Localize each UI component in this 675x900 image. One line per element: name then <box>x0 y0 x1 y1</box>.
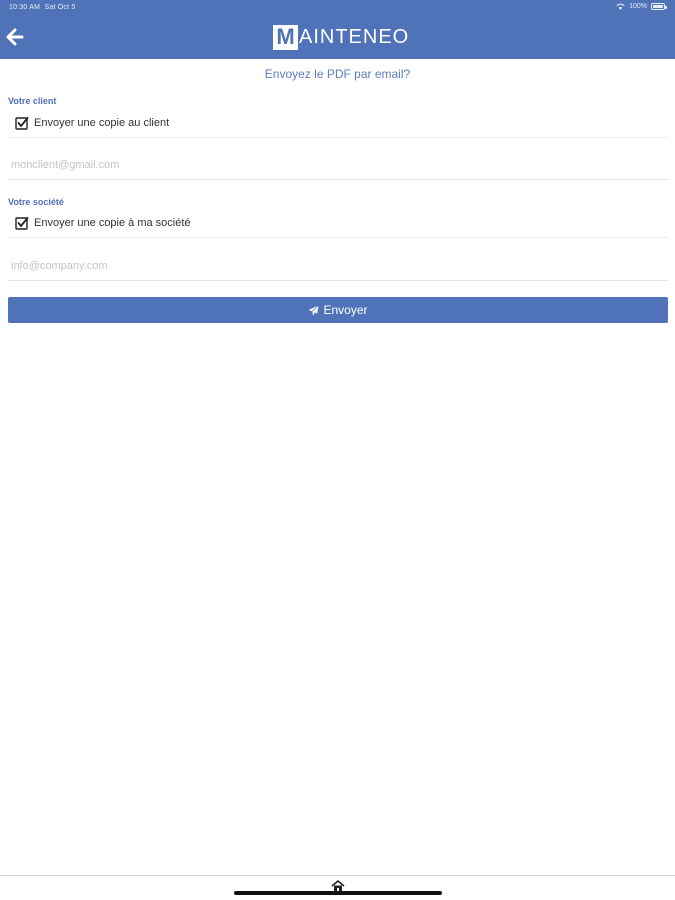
status-time-date: 10:30 AM Sat Oct 5 <box>9 4 75 11</box>
send-button[interactable]: Envoyer <box>8 297 668 323</box>
bottom-divider <box>0 875 675 876</box>
send-button-label: Envoyer <box>323 303 368 317</box>
email-prompt: Envoyez le PDF par email? <box>264 67 411 81</box>
company-copy-checkbox-row[interactable]: Envoyer une copie à ma société <box>8 208 668 238</box>
checkbox-checked-icon[interactable] <box>15 216 29 230</box>
wifi-icon <box>616 3 625 10</box>
client-email-input[interactable] <box>8 150 668 180</box>
client-copy-checkbox-row[interactable]: Envoyer une copie au client <box>8 108 668 138</box>
status-indicators: 100% <box>616 3 667 10</box>
company-email-input[interactable] <box>8 251 668 281</box>
battery-icon <box>651 3 667 10</box>
company-copy-label: Envoyer une copie à ma société <box>34 216 191 229</box>
paper-plane-icon <box>308 304 320 316</box>
battery-percent: 100% <box>629 3 647 10</box>
home-indicator[interactable] <box>234 891 442 895</box>
checkbox-checked-icon[interactable] <box>15 116 29 130</box>
company-section-label: Votre société <box>8 197 64 207</box>
client-copy-label: Envoyer une copie au client <box>34 116 170 129</box>
client-section-label: Votre client <box>8 96 57 106</box>
status-time: 10:30 AM <box>9 4 41 11</box>
logo-text: AINTENEO <box>299 25 410 48</box>
logo-initial: M <box>273 24 298 50</box>
app-logo: M AINTENEO <box>273 24 409 50</box>
app-header: 10:30 AM Sat Oct 5 100% M AINTENEO <box>0 0 675 59</box>
status-date: Sat Oct 5 <box>44 4 76 11</box>
back-arrow-icon[interactable] <box>6 27 26 47</box>
